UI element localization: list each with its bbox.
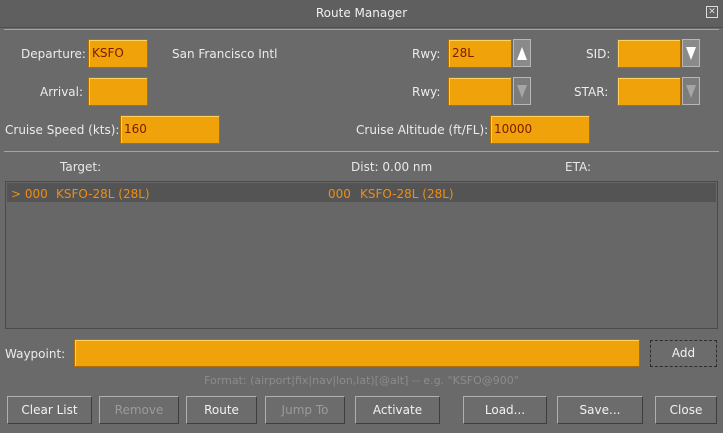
arrival-input[interactable] bbox=[88, 77, 148, 106]
departure-airport-name: San Francisco Intl bbox=[172, 47, 278, 61]
activate-button[interactable]: Activate bbox=[355, 396, 440, 424]
row-index: 000 bbox=[328, 187, 351, 201]
cruise-altitude-label: Cruise Altitude (ft/FL): bbox=[356, 123, 489, 137]
route-button[interactable]: Route bbox=[186, 396, 257, 424]
arrow-down-icon bbox=[686, 47, 696, 60]
list-header-target: Target: bbox=[60, 160, 102, 174]
row-waypoint-name: KSFO-28L (28L) bbox=[56, 187, 150, 201]
route-manager-window: Route Manager ✕ Departure: KSFO San Fran… bbox=[0, 0, 723, 433]
arrow-up-icon bbox=[517, 47, 527, 60]
sid-dropdown-button[interactable] bbox=[682, 39, 700, 67]
arrow-down-icon bbox=[686, 85, 696, 98]
window-title: Route Manager bbox=[315, 6, 408, 20]
add-button[interactable]: Add bbox=[650, 340, 717, 367]
divider bbox=[4, 151, 719, 152]
dep-runway-field[interactable]: 28L bbox=[448, 39, 512, 68]
star-field[interactable] bbox=[617, 77, 681, 106]
waypoint-label: Waypoint: bbox=[5, 347, 66, 361]
waypoint-input[interactable] bbox=[74, 339, 640, 367]
arr-runway-field[interactable] bbox=[448, 77, 512, 106]
list-header-dist: Dist: 0.00 nm bbox=[351, 160, 433, 174]
arrow-down-icon bbox=[517, 85, 527, 98]
route-list[interactable]: > 000 KSFO-28L (28L) 000 KSFO-28L (28L) bbox=[5, 181, 718, 329]
row-waypoint-name-2: KSFO-28L (28L) bbox=[360, 187, 454, 201]
clear-list-button[interactable]: Clear List bbox=[7, 396, 92, 424]
jump-to-button[interactable]: Jump To bbox=[265, 396, 345, 424]
format-hint: Format: (airport|fix|nav|lon,lat)[@alt] … bbox=[204, 374, 519, 387]
cruise-speed-input[interactable]: 160 bbox=[120, 115, 220, 144]
cruise-speed-label: Cruise Speed (kts): bbox=[5, 123, 120, 137]
arr-runway-label: Rwy: bbox=[412, 85, 441, 99]
load-button[interactable]: Load... bbox=[463, 396, 547, 424]
star-label: STAR: bbox=[574, 85, 609, 99]
save-button[interactable]: Save... bbox=[557, 396, 643, 424]
arr-runway-dropdown-button[interactable] bbox=[513, 77, 531, 105]
dep-runway-label: Rwy: bbox=[412, 47, 441, 61]
departure-label: Departure: bbox=[21, 47, 86, 61]
arrival-label: Arrival: bbox=[40, 85, 84, 99]
list-item[interactable]: > 000 KSFO-28L (28L) 000 KSFO-28L (28L) bbox=[7, 183, 716, 202]
sid-label: SID: bbox=[586, 47, 611, 61]
close-icon[interactable]: ✕ bbox=[706, 6, 718, 18]
row-marker: > 000 bbox=[11, 187, 48, 201]
close-button[interactable]: Close bbox=[655, 396, 717, 424]
star-dropdown-button[interactable] bbox=[682, 77, 700, 105]
cruise-altitude-input[interactable]: 10000 bbox=[490, 115, 590, 144]
title-bar[interactable]: Route Manager ✕ bbox=[0, 0, 723, 28]
divider bbox=[4, 29, 719, 30]
dep-runway-dropdown-button[interactable] bbox=[513, 39, 531, 67]
remove-button[interactable]: Remove bbox=[99, 396, 179, 424]
departure-input[interactable]: KSFO bbox=[88, 39, 148, 68]
list-header-eta: ETA: bbox=[565, 160, 592, 174]
sid-field[interactable] bbox=[617, 39, 681, 68]
